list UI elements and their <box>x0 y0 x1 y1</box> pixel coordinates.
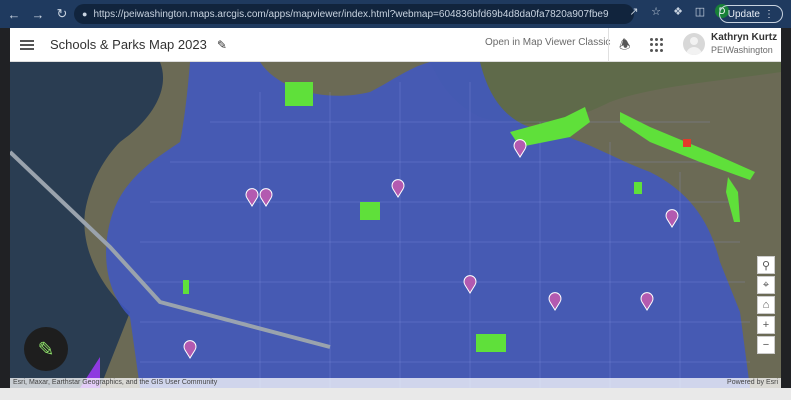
powered-by-text[interactable]: Powered by Esri <box>727 378 778 388</box>
bell-icon[interactable]: 🕭 <box>619 36 631 58</box>
park-polygon <box>634 182 642 194</box>
map-view[interactable]: ⚲ ⌖ ⌂ + − ✎ Esri, Maxar, Earthstar Geogr… <box>10 62 781 388</box>
reload-icon[interactable]: ↻ <box>52 4 72 24</box>
address-bar[interactable]: ● https://peiwashington.maps.arcgis.com/… <box>74 4 634 24</box>
highlight-feature <box>683 139 691 147</box>
more-vert-icon: ⋮ <box>764 8 774 20</box>
map-controls: ⚲ ⌖ ⌂ + − <box>757 256 775 354</box>
update-button[interactable]: Update ⋮ <box>718 5 783 23</box>
apps-grid-icon[interactable] <box>650 38 664 52</box>
park-polygon <box>360 202 380 220</box>
map-canvas[interactable] <box>10 62 781 388</box>
user-org: PEIWashington <box>711 45 773 55</box>
browser-toolbar: ← → ↻ ● https://peiwashington.maps.arcgi… <box>0 0 791 28</box>
search-icon[interactable]: ⚲ <box>757 256 775 274</box>
zoom-in-icon[interactable]: + <box>757 316 775 334</box>
bookmark-star-icon[interactable]: ☆ <box>649 5 663 18</box>
park-polygon <box>183 280 189 294</box>
share-icon[interactable]: ↗ <box>627 5 641 18</box>
attribution-bar: Esri, Maxar, Earthstar Geographics, and … <box>10 378 781 388</box>
forward-arrow-icon[interactable]: → <box>28 4 48 24</box>
bottom-strip <box>0 388 791 400</box>
home-icon[interactable]: ⌂ <box>757 296 775 314</box>
hamburger-icon[interactable] <box>20 39 34 50</box>
user-name: Kathryn Kurtz <box>711 32 778 43</box>
lock-icon: ● <box>82 9 88 19</box>
app-header: Schools & Parks Map 2023 ✎ Open in Map V… <box>10 28 781 62</box>
sidepanel-icon[interactable]: ◫ <box>693 5 707 18</box>
open-classic-link[interactable]: Open in Map Viewer Classic <box>485 37 610 48</box>
url-text: https://peiwashington.maps.arcgis.com/ap… <box>93 8 609 20</box>
avatar[interactable] <box>683 33 705 55</box>
edit-fab-button[interactable]: ✎ <box>24 327 68 371</box>
divider <box>608 28 609 62</box>
locate-icon[interactable]: ⌖ <box>757 276 775 294</box>
attribution-text: Esri, Maxar, Earthstar Geographics, and … <box>13 379 218 386</box>
pencil-icon: ✎ <box>37 338 55 361</box>
update-label: Update <box>727 8 760 20</box>
zoom-out-icon[interactable]: − <box>757 336 775 354</box>
park-polygon <box>285 82 313 106</box>
extensions-icon[interactable]: ❖ <box>671 5 685 18</box>
back-arrow-icon[interactable]: ← <box>4 4 24 24</box>
park-polygon <box>476 334 506 352</box>
page-title: Schools & Parks Map 2023 <box>50 37 207 52</box>
pencil-icon[interactable]: ✎ <box>217 38 227 52</box>
